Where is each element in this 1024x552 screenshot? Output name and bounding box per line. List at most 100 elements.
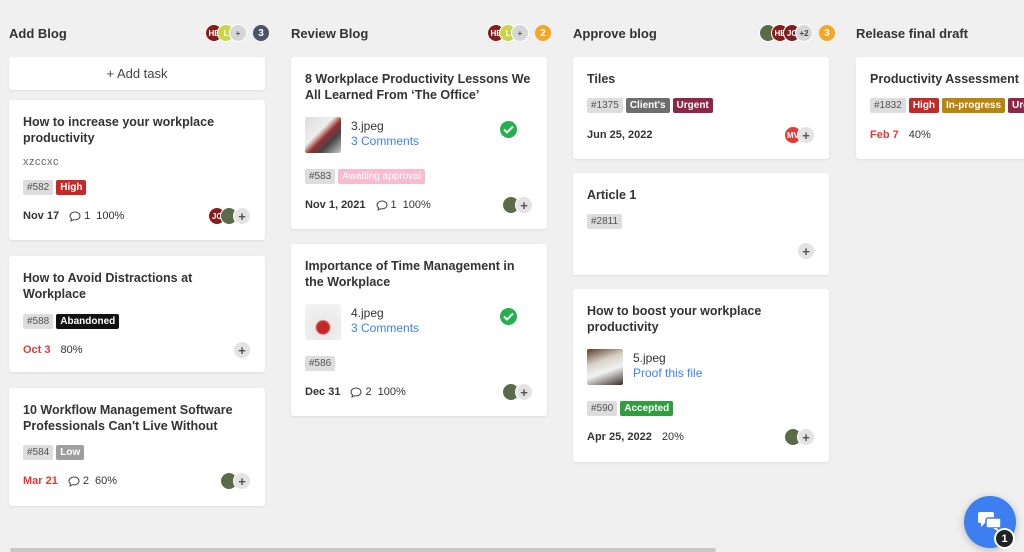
card-tags: #2811 xyxy=(587,214,623,229)
due-date: Mar 21 xyxy=(23,475,58,487)
add-assignee-button[interactable]: + xyxy=(797,242,815,260)
due-date: Dec 31 xyxy=(305,386,341,398)
card-meta: Nov 17 1 100% xyxy=(23,210,124,222)
attachment-filename: 3.jpeg xyxy=(351,119,384,133)
add-assignee-button[interactable]: + xyxy=(515,196,533,214)
comment-count[interactable]: 1 xyxy=(376,199,397,211)
card-meta: Jun 25, 2022 xyxy=(587,129,662,141)
card-title: How to Avoid Distractions at Workplace xyxy=(23,271,193,301)
comment-count[interactable]: 2 xyxy=(350,386,372,398)
task-card[interactable]: Productivity Assessment #1832 High In-pr… xyxy=(856,57,1024,159)
card-assignees[interactable]: + xyxy=(502,196,533,214)
priority-tag: Low xyxy=(56,445,85,460)
due-date: Nov 1, 2021 xyxy=(305,199,366,211)
task-card[interactable]: 10 Workflow Management Software Professi… xyxy=(9,388,265,506)
card-title: 8 Workplace Productivity Lessons We All … xyxy=(305,72,531,102)
column-title: Add Blog xyxy=(9,26,67,41)
task-card[interactable]: How to Avoid Distractions at Workplace #… xyxy=(9,256,265,372)
column-add-blog: Add Blog HE L + 3 + Add task How to incr… xyxy=(0,0,269,552)
proof-file-link[interactable]: Proof this file xyxy=(633,366,702,380)
progress-value: 100% xyxy=(96,210,125,222)
progress-value: 100% xyxy=(402,199,431,211)
card-assignees[interactable]: + xyxy=(797,242,815,260)
add-member-icon[interactable]: + xyxy=(229,24,247,42)
attachment-filename: 5.jpeg xyxy=(633,351,666,365)
card-title: 10 Workflow Management Software Professi… xyxy=(23,403,233,433)
priority-tag: Urgent xyxy=(672,98,713,113)
attachment-filename: 4.jpeg xyxy=(351,306,384,320)
task-card[interactable]: 8 Workplace Productivity Lessons We All … xyxy=(291,57,547,229)
add-assignee-button[interactable]: + xyxy=(797,126,815,144)
add-assignee-button[interactable]: + xyxy=(515,383,533,401)
attachment-thumbnail[interactable] xyxy=(305,117,341,153)
more-members-badge[interactable]: +2 xyxy=(795,24,813,42)
task-id-tag: #1375 xyxy=(587,98,623,113)
add-assignee-button[interactable]: + xyxy=(233,207,251,225)
column-approve-blog: Approve blog HE JC +2 3 Tiles #1375 Clie… xyxy=(564,0,835,552)
due-date: Apr 25, 2022 xyxy=(587,431,652,443)
add-assignee-button[interactable]: + xyxy=(233,341,251,359)
attachment[interactable]: 3.jpeg 3 Comments xyxy=(305,117,533,153)
attachment-thumbnail[interactable] xyxy=(587,349,623,385)
task-id-tag: #586 xyxy=(305,356,336,371)
column-header: Release final draft xyxy=(856,20,1024,46)
kanban-board: Add Blog HE L + 3 + Add task How to incr… xyxy=(0,0,1024,552)
attachment[interactable]: 5.jpeg Proof this file xyxy=(587,349,815,385)
add-member-icon[interactable]: + xyxy=(511,24,529,42)
card-assignees[interactable]: MV + xyxy=(784,126,815,144)
status-tag: Awaiting approval xyxy=(338,169,426,184)
card-title: Importance of Time Management in the Wor… xyxy=(305,259,515,289)
task-card[interactable]: Importance of Time Management in the Wor… xyxy=(291,244,547,416)
card-assignees[interactable]: + xyxy=(502,383,533,401)
task-card[interactable]: How to boost your workplace productivity… xyxy=(573,289,829,462)
horizontal-scrollbar[interactable] xyxy=(10,548,716,552)
task-count-badge: 2 xyxy=(535,25,551,41)
add-assignee-button[interactable]: + xyxy=(797,428,815,446)
column-title: Release final draft xyxy=(856,26,968,41)
comment-count[interactable]: 2 xyxy=(68,475,89,487)
add-assignee-button[interactable]: + xyxy=(233,472,251,490)
card-assignees[interactable]: + xyxy=(220,472,251,490)
card-assignees[interactable]: + xyxy=(784,428,815,446)
column-header: Review Blog HE L + 2 xyxy=(291,20,551,46)
add-task-button[interactable]: + Add task xyxy=(9,57,265,90)
card-title: How to boost your workplace productivity xyxy=(587,304,762,334)
column-members[interactable]: HE L + 2 xyxy=(487,24,551,42)
card-tags: #590 Accepted xyxy=(587,401,674,416)
task-id-tag: #588 xyxy=(23,314,54,329)
card-title: Tiles xyxy=(587,72,616,86)
task-card[interactable]: How to increase your workplace productiv… xyxy=(9,100,265,240)
card-tags: #584 Low xyxy=(23,445,85,460)
card-meta: Mar 21 2 60% xyxy=(23,475,117,487)
comment-icon xyxy=(376,199,388,211)
task-id-tag: #582 xyxy=(23,180,54,195)
card-tags: #588 Abandoned xyxy=(23,314,120,329)
comment-count-value: 1 xyxy=(390,199,397,211)
column-members[interactable]: HE JC +2 3 xyxy=(759,24,835,42)
approved-check-icon xyxy=(500,308,517,325)
priority-tag: High xyxy=(56,180,87,195)
attachment-thumbnail[interactable] xyxy=(305,304,341,340)
card-assignees[interactable]: JC + xyxy=(208,207,251,225)
card-meta: Oct 3 80% xyxy=(23,344,83,356)
progress-value: 60% xyxy=(94,475,118,487)
card-title: How to increase your workplace productiv… xyxy=(23,115,215,145)
attachment[interactable]: 4.jpeg 3 Comments xyxy=(305,304,533,340)
status-tag: Abandoned xyxy=(56,314,120,329)
approved-check-icon xyxy=(500,121,517,138)
card-assignees[interactable]: + xyxy=(233,341,251,359)
comment-count[interactable]: 1 xyxy=(69,210,90,222)
attachment-comments-link[interactable]: 3 Comments xyxy=(351,134,419,148)
task-id-tag: #584 xyxy=(23,445,54,460)
comment-icon xyxy=(69,210,81,222)
status-tag: Accepted xyxy=(620,401,674,416)
task-id-tag: #590 xyxy=(587,401,618,416)
progress-value: 40% xyxy=(908,129,931,141)
column-title: Review Blog xyxy=(291,26,369,41)
comment-count-value: 1 xyxy=(84,210,91,222)
column-members[interactable]: HE L + 3 xyxy=(205,24,269,42)
task-card[interactable]: Article 1 #2811 + xyxy=(573,173,829,275)
attachment-comments-link[interactable]: 3 Comments xyxy=(351,321,419,335)
task-card[interactable]: Tiles #1375 Client's Urgent Jun 25, 2022… xyxy=(573,57,829,159)
chat-notification-badge: 1 xyxy=(994,528,1015,549)
